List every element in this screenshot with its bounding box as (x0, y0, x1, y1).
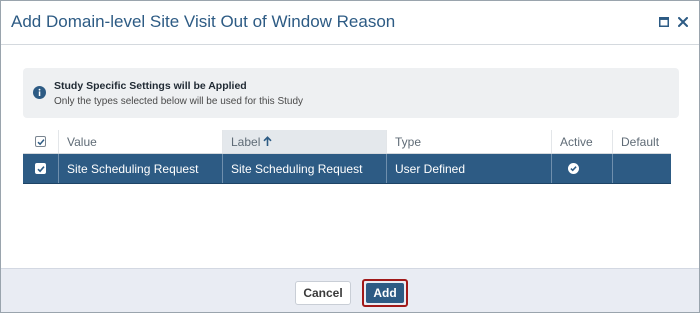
dialog-footer: Cancel Add (1, 268, 699, 312)
column-header-label: Label (231, 134, 261, 149)
row-type: User Defined (387, 154, 552, 183)
column-header-label: Default (621, 134, 660, 149)
column-header-label: Value (67, 134, 97, 149)
column-header-label-sorted[interactable]: Label (223, 130, 387, 153)
dialog-header: Add Domain-level Site Visit Out of Windo… (1, 1, 699, 45)
table-row[interactable]: Site Scheduling Request Site Scheduling … (23, 154, 671, 184)
close-icon[interactable] (676, 15, 690, 29)
column-header-value[interactable]: Value (59, 130, 223, 153)
sort-ascending-icon (263, 136, 272, 147)
column-header-type[interactable]: Type (387, 130, 552, 153)
study-settings-notice: Study Specific Settings will be Applied … (23, 68, 679, 118)
dialog-title: Add Domain-level Site Visit Out of Windo… (11, 12, 396, 31)
grid-header: Value Label Type Active Default (23, 130, 671, 154)
notice-title: Study Specific Settings will be Applied (54, 80, 247, 92)
info-icon (33, 86, 46, 99)
add-button[interactable]: Add (366, 283, 404, 303)
select-all-checkbox[interactable] (35, 136, 46, 147)
column-header-label: Type (395, 134, 422, 149)
maximize-icon[interactable] (657, 15, 671, 29)
row-label: Site Scheduling Request (223, 154, 387, 183)
active-check-icon (567, 163, 579, 174)
cancel-button[interactable]: Cancel (295, 281, 351, 305)
column-header-default[interactable]: Default (613, 130, 671, 153)
row-select-cell (23, 154, 59, 183)
add-button-highlight: Add (362, 279, 408, 307)
row-select-checkbox[interactable] (35, 163, 46, 174)
column-header-label: Active (560, 134, 593, 149)
column-header-active[interactable]: Active (552, 130, 613, 153)
row-default-cell (613, 154, 671, 183)
row-active-cell (552, 154, 613, 183)
select-all-cell (23, 130, 59, 153)
notice-subtitle: Only the types selected below will be us… (54, 96, 304, 107)
add-reason-dialog: Add Domain-level Site Visit Out of Windo… (0, 0, 700, 313)
row-value: Site Scheduling Request (59, 154, 223, 183)
